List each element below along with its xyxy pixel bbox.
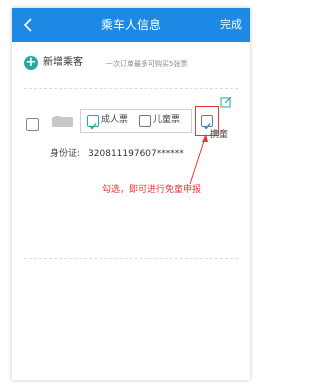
plus-circle-icon[interactable]: + bbox=[24, 56, 38, 70]
add-passenger-row[interactable]: + 新增乘客 一次订单最多可购买5张票 bbox=[24, 54, 244, 72]
ticket-type-group: 成人票 儿童票 bbox=[80, 109, 192, 133]
navbar: 乘车人信息 完成 bbox=[12, 8, 250, 42]
edit-icon[interactable] bbox=[220, 96, 232, 108]
carry-child-label: 携童 bbox=[210, 130, 229, 140]
child-ticket-checkbox[interactable] bbox=[139, 115, 151, 127]
done-button[interactable]: 完成 bbox=[220, 17, 242, 33]
divider bbox=[24, 88, 238, 89]
passenger-select-checkbox[interactable] bbox=[26, 118, 39, 131]
page-title: 乘车人信息 bbox=[100, 18, 161, 32]
carry-child-checkbox[interactable] bbox=[201, 115, 213, 130]
check-icon bbox=[89, 123, 97, 130]
adult-ticket-checkbox[interactable] bbox=[87, 115, 99, 130]
adult-ticket-label: 成人票 bbox=[101, 115, 129, 125]
child-ticket-label: 儿童票 bbox=[153, 115, 181, 125]
divider bbox=[24, 258, 238, 259]
id-label: 身份证: bbox=[50, 149, 81, 159]
id-number-row: 身份证: 320811197607****** bbox=[50, 148, 184, 160]
phone-screen: 乘车人信息 完成 + 新增乘客 一次订单最多可购买5张票 成人票 儿童票 携童 … bbox=[12, 8, 250, 380]
id-value: 320811197607****** bbox=[88, 149, 184, 159]
add-passenger-hint: 一次订单最多可购买5张票 bbox=[106, 60, 188, 68]
id-card-icon bbox=[52, 116, 73, 127]
add-passenger-button[interactable]: 新增乘客 bbox=[43, 56, 83, 70]
annotation-text: 勾选，即可进行免童申报 bbox=[102, 185, 202, 195]
